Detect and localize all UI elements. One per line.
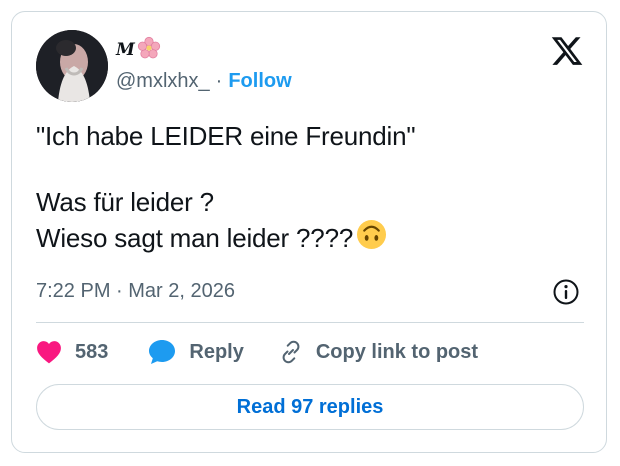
- tweet-line-3: Wieso sagt man leider ????: [36, 223, 354, 253]
- info-icon[interactable]: [552, 278, 580, 306]
- tweet-text: "Ich habe LEIDER eine Freundin" Was für …: [36, 120, 576, 258]
- display-name-text: M: [116, 40, 135, 60]
- tweet-card: M @mxlxhx_ · Follow "Ich habe LEIDER ein: [11, 11, 607, 453]
- timestamp[interactable]: 7:22 PM · Mar 2, 2026: [36, 280, 235, 303]
- tweet-line-3-wrapper: Wieso sagt man leider ????: [36, 219, 576, 258]
- like-button[interactable]: 583: [36, 340, 108, 364]
- tweet-line-1: "Ich habe LEIDER eine Freundin": [36, 121, 416, 151]
- user-handle[interactable]: @mxlxhx_: [116, 70, 210, 93]
- separator-dot: ·: [215, 70, 223, 92]
- read-replies-button[interactable]: Read 97 replies: [36, 384, 584, 430]
- upside-down-face-icon: [356, 219, 387, 258]
- like-count: 583: [75, 340, 109, 363]
- link-icon: [277, 338, 305, 366]
- tweet-line-2: Was für leider ?: [36, 187, 214, 217]
- speech-bubble-icon: [148, 339, 176, 365]
- display-name[interactable]: M: [116, 36, 161, 64]
- copy-link-button[interactable]: Copy link to post: [277, 338, 478, 366]
- reply-button[interactable]: Reply: [148, 339, 244, 365]
- divider: [36, 322, 584, 323]
- handle-row: @mxlxhx_ · Follow: [116, 70, 292, 93]
- action-bar: 583 Reply Copy link to post: [36, 336, 478, 368]
- x-logo-icon[interactable]: [550, 34, 584, 68]
- follow-link[interactable]: Follow: [228, 70, 291, 93]
- heart-icon: [36, 340, 62, 364]
- avatar[interactable]: [36, 30, 108, 102]
- cherry-blossom-icon: [137, 36, 161, 65]
- copy-link-label: Copy link to post: [315, 340, 479, 363]
- read-replies-label: Read 97 replies: [236, 395, 384, 418]
- reply-label: Reply: [189, 340, 244, 363]
